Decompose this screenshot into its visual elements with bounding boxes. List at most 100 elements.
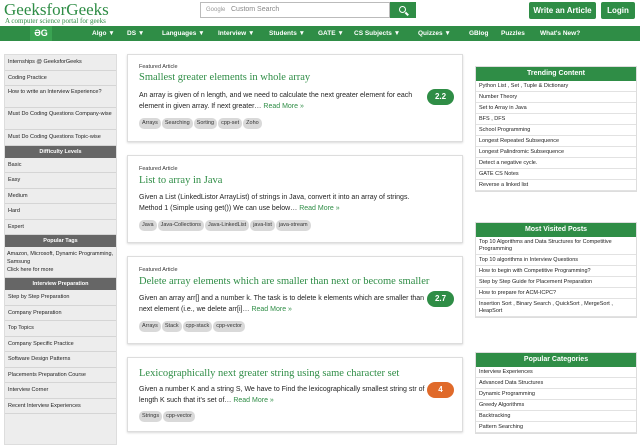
tag[interactable]: Java (139, 220, 157, 231)
main-nav: ƏG Algo ▼ DS ▼ Languages ▼ Interview ▼ S… (0, 26, 640, 41)
category-item[interactable]: Greedy Algorithms (476, 400, 636, 411)
sidebar-item-company-practice[interactable]: Company Specific Practice (5, 337, 116, 352)
nav-item-languages[interactable]: Languages ▼ (162, 26, 205, 41)
sidebar-item-interview-corner[interactable]: Interview Corner (5, 383, 116, 399)
popular-tags-list[interactable]: Amazon, Microsoft, Dynamic Programming, … (7, 250, 114, 266)
visited-item[interactable]: How to begin with Competitive Programmin… (476, 266, 636, 277)
sidebar-item-easy[interactable]: Easy (5, 173, 116, 189)
trending-item[interactable]: Detect a negative cycle. (476, 158, 636, 169)
login-button[interactable]: Login (601, 2, 635, 19)
tag[interactable]: java-stream (275, 220, 311, 231)
trending-item[interactable]: Longest Palindromic Subsequence (476, 147, 636, 158)
article-card: Featured Article Smallest greater elemen… (127, 54, 463, 142)
trending-item[interactable]: Longest Repeated Subsequence (476, 136, 636, 147)
category-item[interactable]: Dynamic Programming (476, 389, 636, 400)
tag[interactable]: Sorting (193, 118, 218, 129)
site-logo[interactable]: GeeksforGeeks (4, 1, 109, 18)
sidebar-item-recent-experiences[interactable]: Recent Interview Experiences (5, 399, 116, 414)
nav-item-gate[interactable]: GATE ▼ (318, 26, 344, 41)
sidebar-item-coding-practice[interactable]: Coding Practice (5, 71, 116, 86)
tag[interactable]: cpp-stack (182, 321, 213, 332)
sidebar-item-basic[interactable]: Basic (5, 158, 116, 173)
popular-tags-more-link[interactable]: Click here for more (7, 266, 114, 274)
most-visited-panel: Most Visited Posts Top 10 Algorithms and… (475, 222, 637, 318)
read-more-link[interactable]: Read More » (233, 397, 273, 404)
tag[interactable]: Java-LinkedList (204, 220, 250, 231)
visited-item[interactable]: How to prepare for ACM-ICPC? (476, 288, 636, 299)
trending-item[interactable]: School Programming (476, 125, 636, 136)
header: GeeksforGeeks A computer science portal … (0, 0, 640, 26)
nav-item-students[interactable]: Students ▼ (269, 26, 305, 41)
nav-item-puzzles[interactable]: Puzzles (501, 26, 525, 41)
category-item[interactable]: Advanced Data Structures (476, 378, 636, 389)
category-item[interactable]: Pattern Searching (476, 422, 636, 433)
read-more-link[interactable]: Read More » (263, 103, 303, 110)
nav-item-algo[interactable]: Algo ▼ (92, 26, 115, 41)
tag[interactable]: java-list (250, 220, 275, 231)
trending-item[interactable]: Number Theory (476, 92, 636, 103)
category-item[interactable]: Backtracking (476, 411, 636, 422)
sidebar-item-must-do-company[interactable]: Must Do Coding Questions Company-wise (5, 108, 116, 130)
article-title[interactable]: Lexicographically next greater string us… (139, 368, 399, 379)
article-tags: Java Java-Collections Java-LinkedList java-… (139, 220, 312, 231)
search-button[interactable] (390, 2, 416, 18)
featured-label: Featured Article (139, 267, 178, 273)
tag[interactable]: Java-Collections (157, 220, 204, 231)
visited-item[interactable]: Top 10 algorithms in Interview Questions (476, 255, 636, 266)
search-placeholder: Custom Search (231, 6, 280, 13)
nav-item-ds[interactable]: DS ▼ (127, 26, 144, 41)
trending-item[interactable]: GATE CS Notes (476, 169, 636, 180)
article-title[interactable]: Delete array elements which are smaller … (139, 276, 429, 287)
article-excerpt-text: Given a number K and a string S, We have… (139, 386, 425, 404)
article-tags: Arrays Searching Sorting cpp-set Zoho (139, 118, 263, 129)
trending-item[interactable]: Reverse a linked list (476, 180, 636, 191)
article-card: Featured Article Delete array elements w… (127, 256, 463, 344)
tag[interactable]: Stack (161, 321, 182, 332)
article-title[interactable]: List to array in Java (139, 175, 222, 186)
popular-categories-panel: Popular Categories Interview Experiences… (475, 352, 637, 434)
sidebar-item-design-patterns[interactable]: Software Design Patterns (5, 352, 116, 368)
sidebar-item-must-do-topic[interactable]: Must Do Coding Questions Topic-wise (5, 130, 116, 146)
visited-item[interactable]: Insertion Sort , Binary Search , QuickSo… (476, 299, 636, 317)
nav-item-gblog[interactable]: GBlog (469, 26, 489, 41)
sidebar-item-placements-course[interactable]: Placements Preparation Course (5, 368, 116, 383)
tag[interactable]: Zoho (243, 118, 262, 129)
tag[interactable]: cpp-set (218, 118, 243, 129)
sidebar-item-hard[interactable]: Hard (5, 204, 116, 220)
write-article-button[interactable]: Write an Article (529, 2, 596, 19)
trending-item[interactable]: BFS , DFS (476, 114, 636, 125)
tag[interactable]: cpp-vector (163, 411, 195, 422)
interview-prep-header: Interview Preparation (5, 278, 116, 290)
read-more-link[interactable]: Read More » (299, 205, 339, 212)
sidebar-item-internships[interactable]: Internships @ GeeksforGeeks (5, 55, 116, 71)
category-item[interactable]: Interview Experiences (476, 367, 636, 378)
tag[interactable]: Searching (161, 118, 193, 129)
search-input[interactable]: Google Custom Search (200, 2, 390, 18)
home-logo-icon[interactable]: ƏG (30, 26, 52, 41)
tag[interactable]: Strings (139, 411, 163, 422)
trending-item[interactable]: Set to Array in Java (476, 103, 636, 114)
nav-item-whats-new[interactable]: What's New? (540, 26, 580, 41)
article-title[interactable]: Smallest greater elements in whole array (139, 72, 310, 83)
visited-item[interactable]: Top 10 Algorithms and Data Structures fo… (476, 237, 636, 255)
sidebar-item-expert[interactable]: Expert (5, 220, 116, 235)
sidebar-item-step-by-step[interactable]: Step by Step Preparation (5, 290, 116, 306)
tag[interactable]: Arrays (139, 321, 161, 332)
sidebar-item-interview-experience[interactable]: How to write an Interview Experience? (5, 86, 116, 108)
difficulty-badge: 4 (427, 382, 454, 398)
tag[interactable]: Arrays (139, 118, 161, 129)
sidebar-item-company-prep[interactable]: Company Preparation (5, 306, 116, 321)
visited-item[interactable]: Step by Step Guide for Placement Prepara… (476, 277, 636, 288)
article-card: Lexicographically next greater string us… (127, 357, 463, 432)
sidebar-item-top-topics[interactable]: Top Topics (5, 321, 116, 337)
nav-item-quizzes[interactable]: Quizzes ▼ (418, 26, 451, 41)
sidebar-item-medium[interactable]: Medium (5, 189, 116, 204)
nav-item-cs-subjects[interactable]: CS Subjects ▼ (354, 26, 400, 41)
nav-item-interview[interactable]: Interview ▼ (218, 26, 254, 41)
search-icon (399, 6, 406, 13)
trending-panel: Trending Content Python List , Set , Tup… (475, 66, 637, 192)
article-excerpt-text: Given a List (LinkedListor ArrayList) of… (139, 194, 410, 212)
tag[interactable]: cpp-vector (213, 321, 245, 332)
trending-item[interactable]: Python List , Set , Tuple & Dictionary (476, 81, 636, 92)
read-more-link[interactable]: Read More » (251, 306, 291, 313)
